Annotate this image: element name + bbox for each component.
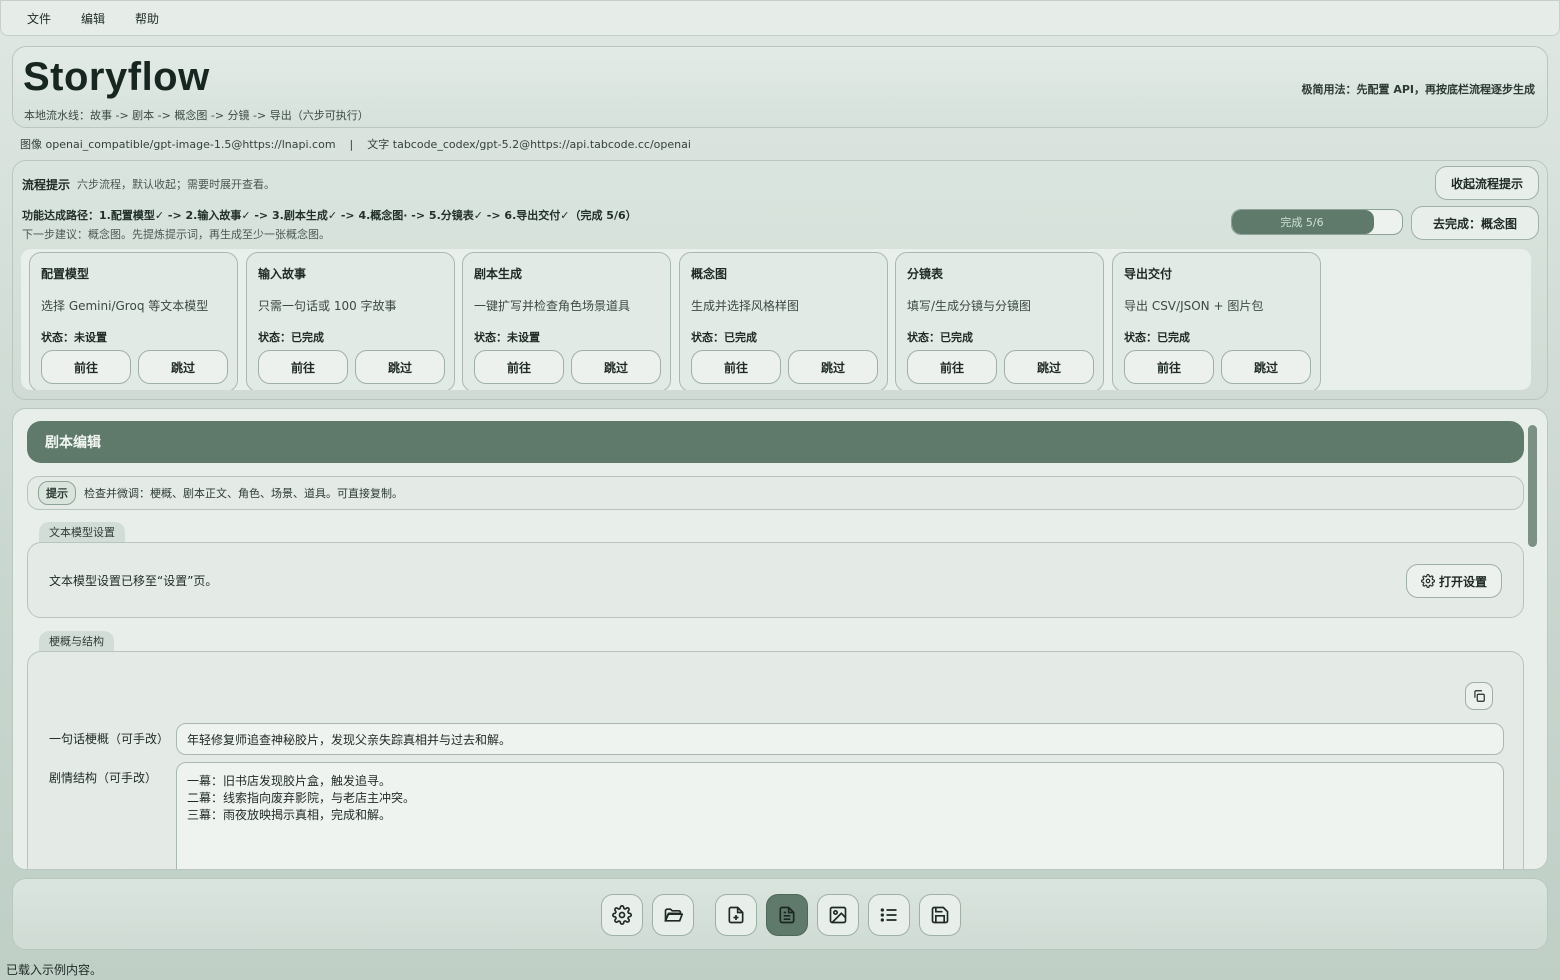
step-title: 配置模型 [41, 267, 90, 281]
file-text-icon [779, 906, 795, 924]
step-card-storyboard: 分镜表 填写/生成分镜与分镜图 状态：已完成 前往 跳过 [895, 252, 1104, 390]
collapse-flow-button[interactable]: 收起流程提示 [1435, 166, 1539, 200]
status-bar: 已载入示例内容。 [6, 963, 103, 977]
step-go-button[interactable]: 前往 [474, 350, 564, 384]
header-card: Storyflow 本地流水线：故事 -> 剧本 -> 概念图 -> 分镜 ->… [12, 46, 1548, 128]
next-step-suggestion: 下一步建议：概念图。先提炼提示词，再生成至少一张概念图。 [22, 228, 330, 241]
hint-text: 检查并微调：梗概、剧本正文、角色、场景、道具。可直接复制。 [84, 487, 403, 500]
step-skip-button[interactable]: 跳过 [1221, 350, 1311, 384]
progress-bar: 完成 5/6 [1231, 209, 1403, 235]
step-desc: 生成并选择风格样图 [691, 299, 800, 313]
step-card-concept-art: 概念图 生成并选择风格样图 状态：已完成 前往 跳过 [679, 252, 888, 390]
structure-line-2: 二幕：线索指向废弃影院，与老店主冲突。 [187, 791, 416, 805]
structure-line-3: 三幕：雨夜放映揭示真相，完成和解。 [187, 808, 392, 822]
image-model-info: 图像 openai_compatible/gpt-image-1.5@https… [20, 138, 336, 151]
model-settings-group: 文本模型设置已移至“设置”页。 打开设置 [27, 542, 1524, 618]
menu-help[interactable]: 帮助 [123, 10, 171, 27]
concept-art-button[interactable] [817, 894, 859, 936]
save-icon [931, 906, 949, 924]
open-folder-button[interactable] [652, 894, 694, 936]
step-status: 状态：未设置 [474, 331, 540, 344]
script-editor-button[interactable] [766, 894, 808, 936]
menu-edit[interactable]: 编辑 [69, 10, 117, 27]
step-status: 状态：已完成 [691, 331, 757, 344]
flow-description: 六步流程，默认收起；需要时展开查看。 [77, 178, 275, 191]
new-story-button[interactable] [715, 894, 757, 936]
file-plus-icon [728, 906, 744, 924]
step-skip-button[interactable]: 跳过 [138, 350, 228, 384]
script-editor-panel: 剧本编辑 提示 检查并微调：梗概、剧本正文、角色、场景、道具。可直接复制。 文本… [12, 408, 1548, 870]
step-go-button[interactable]: 前往 [1124, 350, 1214, 384]
section-title: 剧本编辑 [27, 421, 1524, 463]
list-icon [880, 908, 897, 922]
model-info-separator: | [349, 138, 354, 151]
open-settings-button[interactable]: 打开设置 [1406, 564, 1502, 598]
logline-label: 一句话梗概（可手改） [49, 732, 170, 746]
step-card-config-model: 配置模型 选择 Gemini/Groq 等文本模型 状态：未设置 前往 跳过 [29, 252, 238, 390]
copy-icon [1474, 690, 1485, 702]
flow-hint-card: 流程提示 六步流程，默认收起；需要时展开查看。 收起流程提示 功能达成路径：1.… [12, 160, 1548, 400]
image-icon [829, 906, 847, 924]
step-card-export: 导出交付 导出 CSV/JSON + 图片包 状态：已完成 前往 跳过 [1112, 252, 1321, 390]
synopsis-group: 一句话梗概（可手改） 剧情结构（可手改） 一幕：旧书店发现胶片盒，触发追寻。 二… [27, 651, 1524, 869]
flow-label: 流程提示 [22, 178, 71, 192]
step-title: 分镜表 [907, 267, 944, 281]
step-desc: 只需一句话或 100 字故事 [258, 299, 397, 313]
step-desc: 选择 Gemini/Groq 等文本模型 [41, 299, 209, 313]
storyboard-button[interactable] [868, 894, 910, 936]
step-card-script-gen: 剧本生成 一键扩写并检查角色场景道具 状态：未设置 前往 跳过 [462, 252, 671, 390]
step-title: 剧本生成 [474, 267, 523, 281]
step-skip-button[interactable]: 跳过 [788, 350, 878, 384]
step-card-input-story: 输入故事 只需一句话或 100 字故事 状态：已完成 前往 跳过 [246, 252, 455, 390]
text-model-info: 文字 tabcode_codex/gpt-5.2@https://api.tab… [367, 138, 691, 151]
copy-button[interactable] [1465, 682, 1493, 710]
step-go-button[interactable]: 前往 [907, 350, 997, 384]
step-status: 状态：已完成 [258, 331, 324, 344]
settings-tool-button[interactable] [601, 894, 643, 936]
folder-open-icon [664, 908, 683, 922]
open-settings-label: 打开设置 [1438, 574, 1487, 589]
step-desc: 导出 CSV/JSON + 图片包 [1124, 299, 1264, 313]
app-subtitle: 本地流水线：故事 -> 剧本 -> 概念图 -> 分镜 -> 导出（六步可执行） [24, 109, 369, 122]
step-title: 概念图 [691, 267, 728, 281]
steps-area: 配置模型 选择 Gemini/Groq 等文本模型 状态：未设置 前往 跳过 输… [21, 249, 1531, 390]
hint-bar: 提示 检查并微调：梗概、剧本正文、角色、场景、道具。可直接复制。 [27, 476, 1524, 510]
step-go-button[interactable]: 前往 [41, 350, 131, 384]
step-title: 输入故事 [258, 267, 307, 281]
structure-textarea[interactable]: 一幕：旧书店发现胶片盒，触发追寻。 二幕：线索指向废弃影院，与老店主冲突。 三幕… [176, 762, 1504, 869]
step-skip-button[interactable]: 跳过 [355, 350, 445, 384]
step-status: 状态：已完成 [1124, 331, 1190, 344]
settings-moved-text: 文本模型设置已移至“设置”页。 [49, 574, 218, 588]
model-settings-tab: 文本模型设置 [39, 522, 125, 542]
bottom-toolbar [12, 878, 1548, 950]
model-info: 图像 openai_compatible/gpt-image-1.5@https… [20, 136, 691, 152]
hint-badge: 提示 [38, 481, 76, 505]
step-status: 状态：已完成 [907, 331, 973, 344]
vertical-scrollbar[interactable] [1528, 425, 1537, 547]
step-go-button[interactable]: 前往 [691, 350, 781, 384]
step-status: 状态：未设置 [41, 331, 107, 344]
structure-label: 剧情结构（可手改） [49, 771, 158, 785]
step-desc: 填写/生成分镜与分镜图 [907, 299, 1032, 313]
menu-bar: 文件 编辑 帮助 [0, 0, 1560, 36]
gear-icon [1421, 574, 1435, 588]
logline-input[interactable] [176, 723, 1504, 755]
save-button[interactable] [919, 894, 961, 936]
step-skip-button[interactable]: 跳过 [1004, 350, 1094, 384]
synopsis-tab: 梗概与结构 [39, 631, 114, 651]
goto-next-button[interactable]: 去完成：概念图 [1411, 206, 1539, 240]
achievement-path: 功能达成路径：1.配置模型✓ -> 2.输入故事✓ -> 3.剧本生成✓ -> … [22, 209, 637, 222]
menu-file[interactable]: 文件 [15, 10, 63, 27]
step-desc: 一键扩写并检查角色场景道具 [474, 299, 631, 313]
step-skip-button[interactable]: 跳过 [571, 350, 661, 384]
progress-label: 完成 5/6 [1280, 216, 1324, 229]
quick-usage-hint: 极简用法：先配置 API，再按底栏流程逐步生成 [1301, 83, 1536, 96]
step-title: 导出交付 [1124, 267, 1173, 281]
editor-scroll-content: 剧本编辑 提示 检查并微调：梗概、剧本正文、角色、场景、道具。可直接复制。 文本… [27, 421, 1525, 869]
step-go-button[interactable]: 前往 [258, 350, 348, 384]
gear-icon [612, 905, 632, 925]
app-title: Storyflow [23, 55, 210, 99]
structure-line-1: 一幕：旧书店发现胶片盒，触发追寻。 [187, 774, 392, 788]
